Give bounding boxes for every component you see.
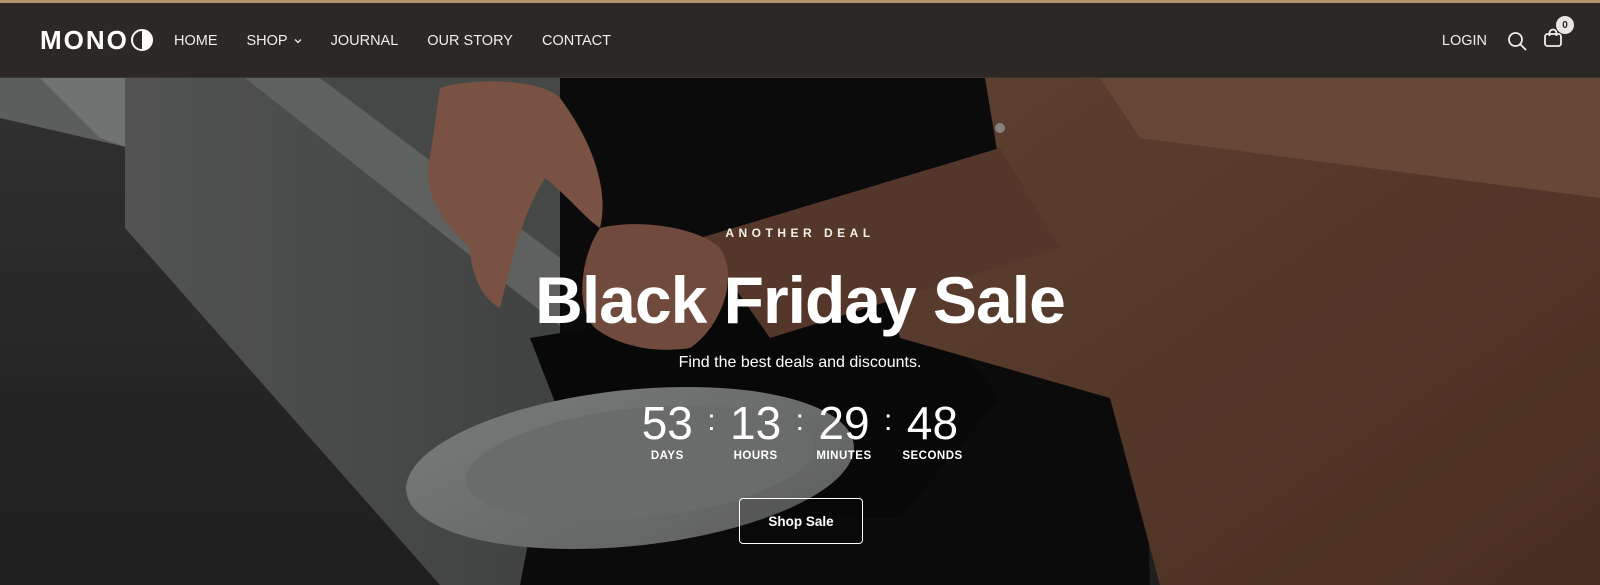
countdown-seconds-label: SECONDS [902, 450, 963, 462]
hero-subtitle: Find the best deals and discounts. [678, 354, 922, 371]
nav-item-contact[interactable]: CONTACT [542, 33, 611, 49]
countdown-minutes: 29 MINUTES [814, 398, 874, 462]
logo-text: MONO [40, 24, 129, 55]
login-link[interactable]: LOGIN [1442, 33, 1487, 49]
countdown-minutes-label: MINUTES [816, 450, 872, 462]
header-actions: LOGIN 0 [1442, 3, 1600, 78]
countdown-separator: : [795, 404, 804, 437]
countdown-timer: 53 DAYS : 13 HOURS : 29 MINUTES : 48 SEC… [0, 398, 1600, 462]
nav-item-label: JOURNAL [330, 32, 399, 49]
nav-item-journal[interactable]: JOURNAL [331, 33, 399, 49]
countdown-seconds: 48 SECONDS [902, 398, 962, 462]
nav-item-our-story[interactable]: OUR STORY [427, 33, 513, 49]
countdown-days-label: DAYS [650, 450, 684, 462]
shop-sale-button[interactable]: Shop Sale [739, 498, 863, 544]
hero-banner: ANOTHER DEAL Black Friday Sale Find the … [0, 78, 1600, 585]
countdown-days: 53 DAYS [637, 398, 697, 462]
countdown-hours-label: HOURS [733, 450, 778, 462]
cart-button[interactable]: 0 [1543, 16, 1574, 53]
search-icon[interactable] [1507, 31, 1527, 51]
countdown-separator: : [707, 404, 716, 437]
nav-item-label: CONTACT [541, 32, 611, 49]
nav-item-label: HOME [174, 32, 218, 49]
nav-item-label: OUR STORY [427, 32, 513, 49]
hero-content: ANOTHER DEAL Black Friday Sale Find the … [0, 78, 1600, 585]
chevron-down-icon [294, 38, 302, 44]
nav-item-label: SHOP [246, 32, 288, 49]
nav-item-home[interactable]: HOME [174, 33, 218, 49]
countdown-hours-value: 13 [730, 397, 782, 449]
cart-count-badge: 0 [1556, 16, 1574, 34]
nav-item-shop[interactable]: SHOP [247, 33, 302, 49]
countdown-hours: 13 HOURS [726, 398, 786, 462]
site-header: MONO HOME SHOP JOURNAL OUR STORY CONTACT… [0, 3, 1600, 78]
hero-eyebrow: ANOTHER DEAL [725, 226, 875, 240]
countdown-minutes-value: 29 [818, 397, 870, 449]
countdown-separator: : [883, 404, 893, 437]
countdown-days-value: 53 [641, 397, 693, 449]
main-nav: HOME SHOP JOURNAL OUR STORY CONTACT [174, 3, 640, 78]
logo[interactable]: MONO [40, 25, 153, 55]
countdown-seconds-value: 48 [906, 397, 959, 449]
hero-title: Black Friday Sale [535, 263, 1066, 337]
logo-half-circle-icon [130, 29, 153, 51]
